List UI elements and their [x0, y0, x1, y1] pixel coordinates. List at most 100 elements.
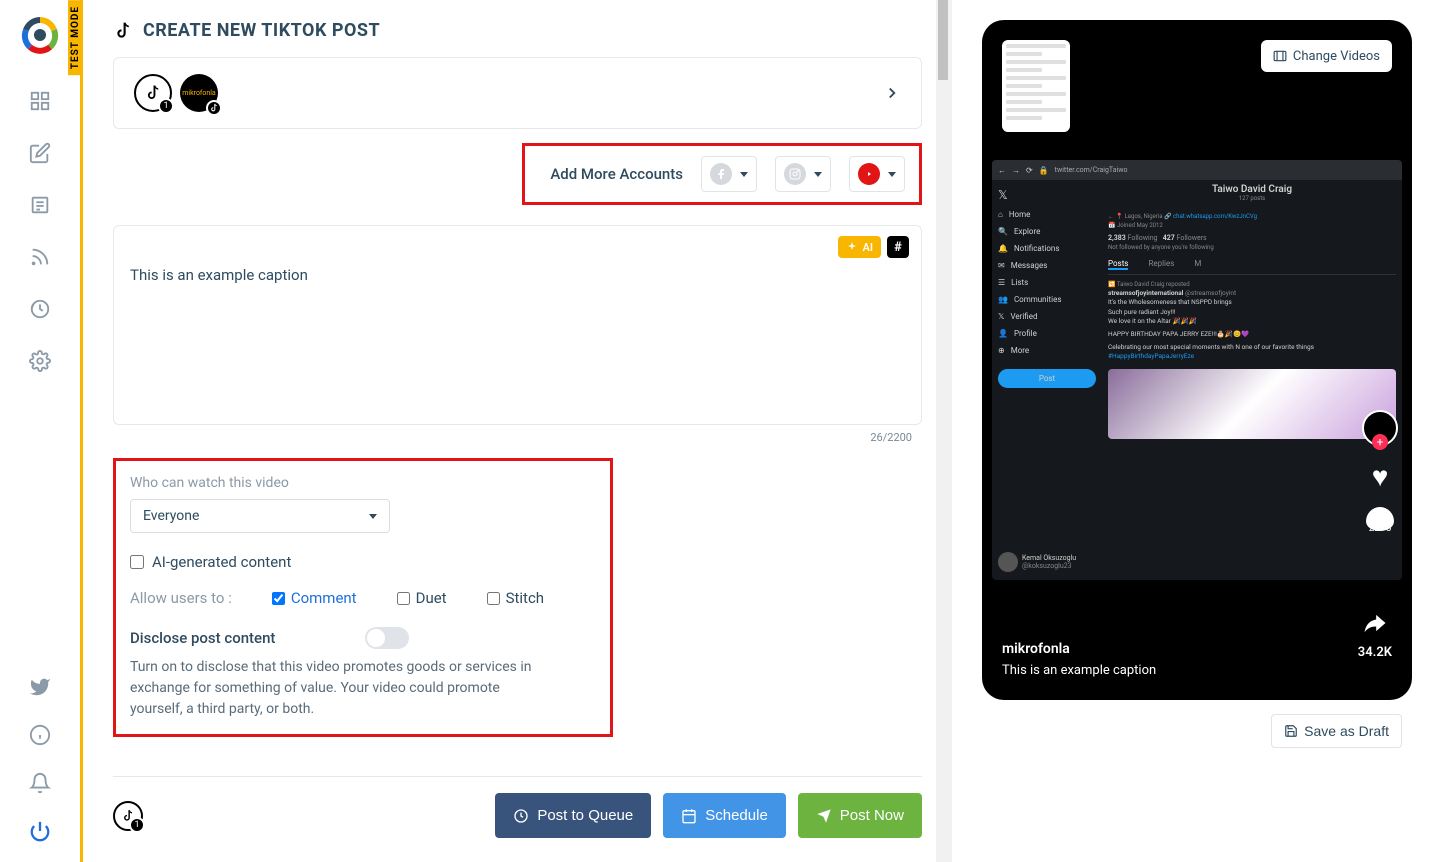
calendar-icon [681, 808, 697, 824]
chevron-right-icon[interactable] [883, 84, 901, 102]
duet-checkbox[interactable] [397, 592, 410, 605]
tw-nav-verified: 𝕏 Verified [998, 312, 1096, 321]
sidebar: TEST MODE [0, 0, 80, 862]
queue-icon [513, 808, 529, 824]
tiktok-icon [113, 21, 133, 41]
tw-nav-notifications: 🔔 Notifications [998, 244, 1096, 253]
disclose-toggle[interactable] [365, 627, 409, 649]
disclose-label: Disclose post content [130, 629, 275, 647]
youtube-icon [858, 163, 880, 185]
allow-stitch-option[interactable]: Stitch [487, 589, 544, 607]
app-logo[interactable] [15, 10, 65, 60]
settings-icon[interactable] [29, 350, 51, 372]
tw-nav-explore: 🔍 Explore [998, 227, 1096, 236]
tw-nav-profile: 👤 Profile [998, 329, 1096, 338]
film-icon [1273, 49, 1287, 63]
add-accounts-section: Add More Accounts [522, 143, 922, 205]
browser-bar: ←→⟳ 🔒 twitter.com/CraigTaiwo [992, 160, 1402, 180]
tiktok-follow-plus-icon: + [1372, 434, 1388, 450]
power-icon[interactable] [29, 820, 51, 842]
account-avatar-2: mikrofonla [180, 74, 218, 112]
send-icon [816, 808, 832, 824]
page-title: CREATE NEW TIKTOK POST [113, 20, 922, 41]
compose-icon[interactable] [29, 142, 51, 164]
post-to-queue-button[interactable]: Post to Queue [495, 793, 651, 838]
tiktok-profile-ring: + [1362, 410, 1398, 446]
caption-editor: AI # This is an example caption [113, 225, 922, 425]
chevron-down-icon [814, 172, 822, 177]
ai-content-checkbox[interactable] [130, 555, 144, 569]
caption-textarea[interactable]: This is an example caption [130, 266, 905, 284]
tiktok-comment: 2295 [1366, 507, 1394, 534]
hashtag-button[interactable]: # [887, 236, 909, 258]
chevron-down-icon [740, 172, 748, 177]
phone-preview: Change Videos ←→⟳ 🔒 twitter.com/CraigTai… [982, 20, 1412, 700]
tw-post-button: Post [998, 369, 1096, 388]
tw-nav-messages: ✉ Messages [998, 261, 1096, 270]
recycle-icon[interactable] [29, 298, 51, 320]
tiktok-overlay: + ♥ 2295 [1362, 410, 1398, 534]
tw-nav-communities: 👥 Communities [998, 295, 1096, 304]
character-count: 26/2200 [113, 431, 922, 444]
tiktok-like: ♥ [1372, 460, 1389, 493]
preview-panel: Change Videos ←→⟳ 🔒 twitter.com/CraigTai… [952, 0, 1452, 862]
allow-comment-option[interactable]: Comment [272, 589, 357, 607]
twitter-icon[interactable] [29, 676, 51, 698]
privacy-dropdown[interactable]: Everyone [130, 499, 390, 533]
comment-icon [1366, 507, 1394, 531]
tw-current-user: Kemal Oksuzoglu@koksuzoglu23 [998, 552, 1096, 572]
change-videos-button[interactable]: Change Videos [1261, 40, 1392, 72]
footer-actions: 1 Post to Queue Schedule Post Now [113, 776, 922, 862]
instagram-account-dropdown[interactable] [775, 156, 831, 192]
share-icon [1359, 609, 1391, 637]
account-selector-card[interactable]: 1 mikrofonla [113, 57, 922, 129]
rss-icon[interactable] [29, 246, 51, 268]
tiktok-icon [144, 84, 162, 102]
chevron-down-icon [369, 514, 377, 519]
schedule-button[interactable]: Schedule [663, 793, 786, 838]
heart-icon: ♥ [1372, 460, 1389, 493]
instagram-icon [784, 163, 806, 185]
tiktok-username: mikrofonla [1002, 641, 1156, 657]
twitter-sidebar: 𝕏 ⌂ Home 🔍 Explore 🔔 Notifications ✉ Mes… [992, 180, 1102, 580]
tiktok-badge-icon [206, 100, 222, 116]
video-content: ←→⟳ 🔒 twitter.com/CraigTaiwo 𝕏 ⌂ Home 🔍 … [992, 160, 1402, 580]
stitch-checkbox[interactable] [487, 592, 500, 605]
youtube-account-dropdown[interactable] [849, 156, 905, 192]
ai-assist-button[interactable]: AI [838, 236, 881, 258]
bell-icon[interactable] [29, 772, 51, 794]
account-avatar-1: 1 [134, 74, 172, 112]
tw-nav-lists: ☰ Lists [998, 278, 1096, 287]
allow-users-label: Allow users to : [130, 589, 232, 607]
dashboard-icon[interactable] [29, 90, 51, 112]
tiktok-caption: This is an example caption [1002, 663, 1156, 678]
disclose-description: Turn on to disclose that this video prom… [116, 657, 546, 720]
tiktok-caption-area: mikrofonla This is an example caption [1002, 641, 1156, 678]
post-now-button[interactable]: Post Now [798, 793, 922, 838]
save-draft-button[interactable]: Save as Draft [1271, 714, 1402, 748]
content-icon[interactable] [29, 194, 51, 216]
sparkle-icon [846, 241, 858, 253]
twitter-main: Taiwo David Craig 127 posts ← 📍 Lagos, N… [1102, 180, 1402, 580]
facebook-icon [710, 163, 732, 185]
privacy-label: Who can watch this video [116, 475, 596, 491]
ai-content-label: AI-generated content [152, 553, 291, 571]
tiktok-share: 34.2K [1358, 609, 1392, 660]
video-thumbnail[interactable] [1002, 40, 1070, 132]
preview-scrollbar-thumb[interactable] [938, 0, 948, 80]
save-icon [1284, 724, 1298, 738]
tw-nav-home: ⌂ Home [998, 210, 1096, 219]
info-icon[interactable] [29, 724, 51, 746]
allow-duet-option[interactable]: Duet [397, 589, 447, 607]
post-settings-section: Who can watch this video Everyone AI-gen… [113, 458, 613, 737]
add-accounts-label: Add More Accounts [550, 165, 683, 183]
chevron-down-icon [888, 172, 896, 177]
footer-account-avatar[interactable]: 1 [113, 801, 143, 831]
footer-badge: 1 [129, 817, 145, 833]
facebook-account-dropdown[interactable] [701, 156, 757, 192]
avatar-count-badge: 1 [158, 98, 174, 114]
tw-nav-more: ⊕ More [998, 346, 1096, 355]
comment-checkbox[interactable] [272, 592, 285, 605]
preview-scrollbar-track[interactable] [936, 0, 950, 862]
main-content: CREATE NEW TIKTOK POST 1 mikrofonla Add … [80, 0, 952, 862]
